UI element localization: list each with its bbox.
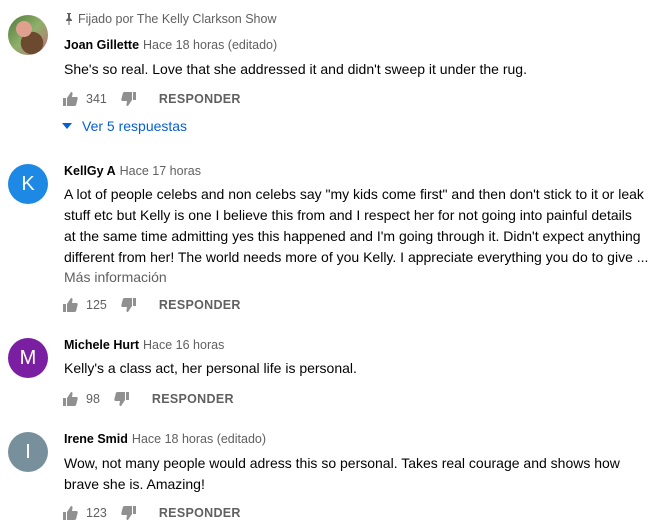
comment-text: A lot of people celebs and non celebs sa… <box>64 184 654 268</box>
comment-line: stuff etc but Kelly is one I believe thi… <box>64 207 632 223</box>
like-count: 98 <box>86 392 100 406</box>
avatar-michele-hurt[interactable]: M <box>8 338 48 378</box>
thumb-up-icon[interactable] <box>62 505 78 521</box>
like-count: 123 <box>86 506 107 520</box>
comment-time[interactable]: Hace 18 horas (editado) <box>143 38 277 52</box>
comment-header: Irene Smid Hace 18 horas (editado) <box>64 432 266 446</box>
comment-actions: 125 RESPONDER <box>62 293 241 317</box>
reply-button[interactable]: RESPONDER <box>159 92 241 106</box>
pinned-label: Fijado por The Kelly Clarkson Show <box>78 12 277 26</box>
thumb-down-icon[interactable] <box>114 391 130 407</box>
view-replies-label: Ver 5 respuestas <box>82 118 188 134</box>
comment-header: Michele Hurt Hace 16 horas <box>64 338 224 352</box>
comment-line: A lot of people celebs and non celebs sa… <box>64 186 644 202</box>
comment-line: at the same time admitting yes this happ… <box>64 228 641 244</box>
comment-line: brave she is. Amazing! <box>64 476 205 492</box>
comment-text: She's so real. Love that she addressed i… <box>64 59 654 80</box>
reply-button[interactable]: RESPONDER <box>159 506 241 520</box>
view-replies-button[interactable]: Ver 5 respuestas <box>62 118 187 134</box>
comment-text: Kelly's a class act, her personal life i… <box>64 358 654 379</box>
comment-line: She's so real. Love that she addressed i… <box>64 61 527 77</box>
like-count: 341 <box>86 92 107 106</box>
avatar-kellgy-a[interactable]: K <box>8 164 48 204</box>
comment-header: Joan Gillette Hace 18 horas (editado) <box>64 38 277 52</box>
thumb-down-icon[interactable] <box>121 505 137 521</box>
avatar-letter: I <box>25 440 31 463</box>
avatar-joan-gillette[interactable] <box>8 15 48 55</box>
comment-time[interactable]: Hace 18 horas (editado) <box>132 432 266 446</box>
avatar-letter: M <box>19 346 37 369</box>
author-name[interactable]: Irene Smid <box>64 432 128 446</box>
comment-time[interactable]: Hace 17 horas <box>120 164 201 178</box>
pinned-indicator: Fijado por The Kelly Clarkson Show <box>64 12 276 26</box>
comment-line: different from her! The world needs more… <box>64 249 649 265</box>
comment-actions: 98 RESPONDER <box>62 387 234 411</box>
reply-button[interactable]: RESPONDER <box>159 298 241 312</box>
author-name[interactable]: KellGy A <box>64 164 116 178</box>
pin-icon <box>66 13 72 25</box>
comment-header: KellGy A Hace 17 horas <box>64 164 201 178</box>
comment-time[interactable]: Hace 16 horas <box>143 338 224 352</box>
like-count: 125 <box>86 298 107 312</box>
avatar-letter: K <box>21 172 35 195</box>
read-more-button[interactable]: Más información <box>64 269 167 285</box>
comment-actions: 341 RESPONDER <box>62 87 241 111</box>
comment-line: Kelly's a class act, her personal life i… <box>64 360 357 376</box>
avatar-irene-smid[interactable]: I <box>8 432 48 472</box>
thumb-down-icon[interactable] <box>121 91 137 107</box>
thumb-up-icon[interactable] <box>62 391 78 407</box>
caret-down-icon <box>62 123 72 129</box>
comment-actions: 123 RESPONDER <box>62 501 241 525</box>
comment-text: Wow, not many people would adress this s… <box>64 453 654 495</box>
reply-button[interactable]: RESPONDER <box>152 392 234 406</box>
thumb-up-icon[interactable] <box>62 91 78 107</box>
thumb-down-icon[interactable] <box>121 297 137 313</box>
author-name[interactable]: Michele Hurt <box>64 338 139 352</box>
author-name[interactable]: Joan Gillette <box>64 38 139 52</box>
thumb-up-icon[interactable] <box>62 297 78 313</box>
comment-line: Wow, not many people would adress this s… <box>64 455 620 471</box>
